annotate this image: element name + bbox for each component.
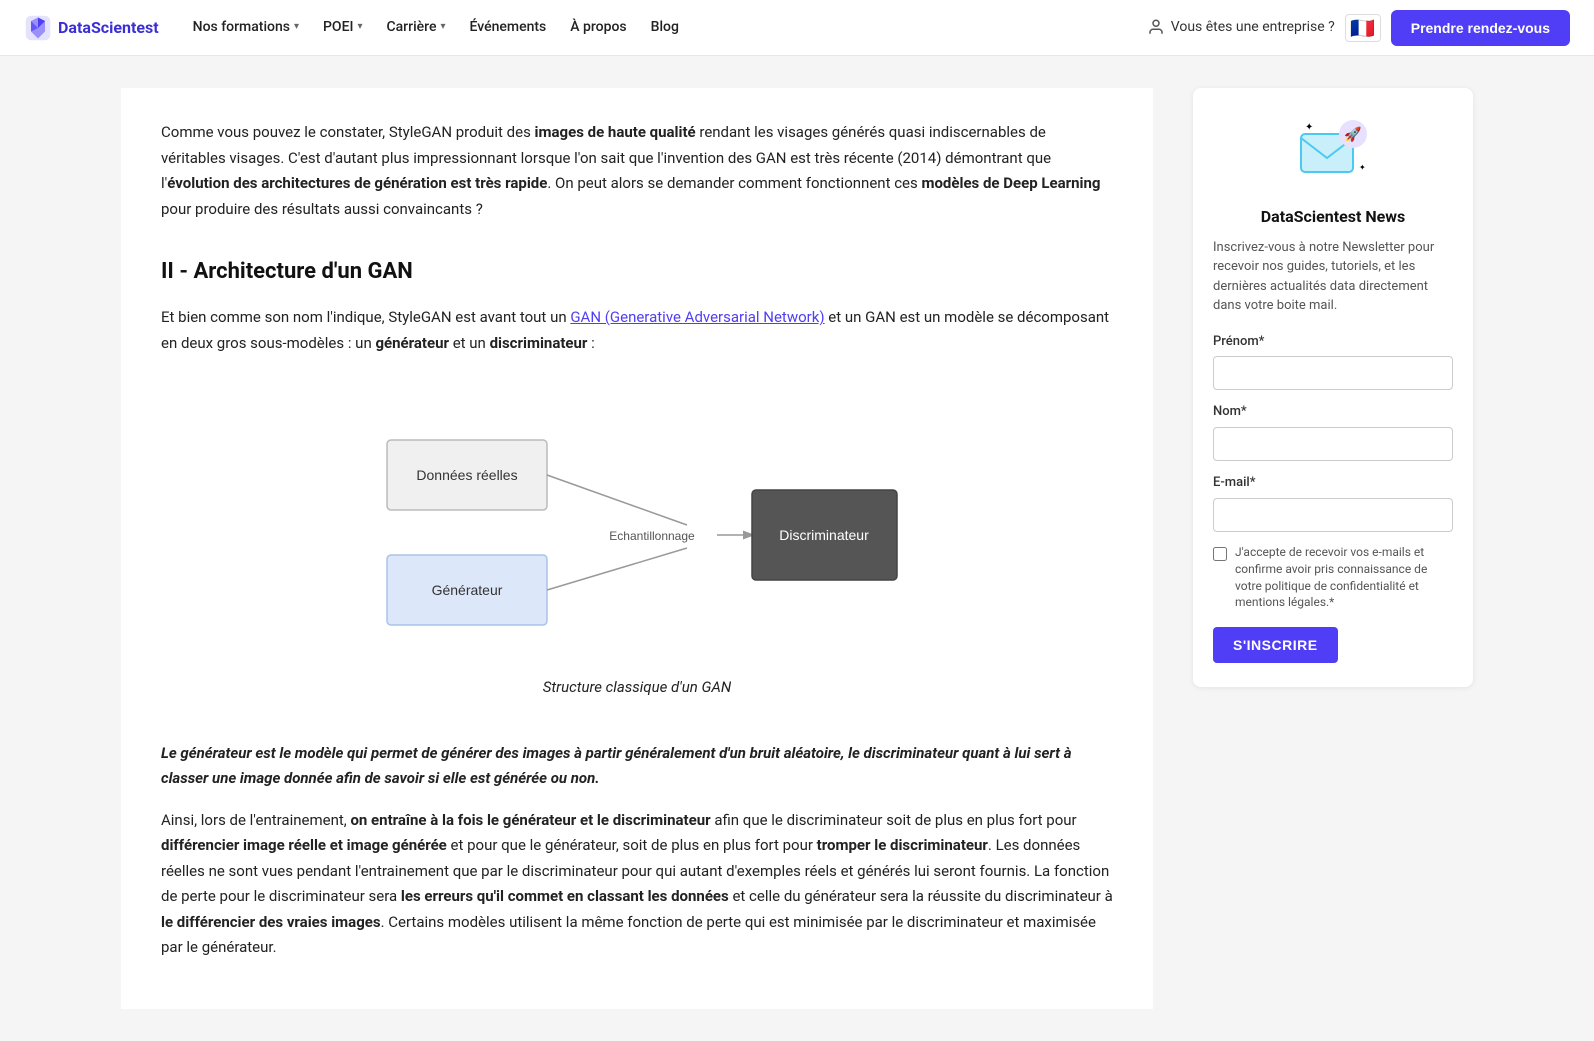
- subscribe-button[interactable]: S'INSCRIRE: [1213, 627, 1338, 663]
- prenom-input[interactable]: [1213, 356, 1453, 390]
- enterprise-link[interactable]: Vous êtes une entreprise ?: [1147, 16, 1335, 38]
- diagram-svg: Données réelles Générateur Echantillonna…: [357, 380, 917, 667]
- diagram-caption: Structure classique d'un GAN: [543, 675, 732, 701]
- nav-poei[interactable]: POEI ▾: [313, 10, 373, 44]
- logo-link[interactable]: DataScientest: [24, 14, 159, 42]
- newsletter-icon: 🚀 ✦ ✦: [1293, 112, 1373, 192]
- email-input[interactable]: [1213, 498, 1453, 532]
- email-label: E-mail*: [1213, 473, 1453, 494]
- newsletter-card: 🚀 ✦ ✦ DataScientest News Inscrivez-vous …: [1193, 88, 1473, 687]
- consent-checkbox[interactable]: [1213, 547, 1227, 561]
- gan-link[interactable]: GAN (Generative Adversarial Network): [570, 308, 824, 326]
- nav-right: Vous êtes une entreprise ? 🇫🇷 Prendre re…: [1147, 10, 1570, 46]
- chevron-down-icon: ▾: [294, 19, 299, 35]
- prenom-label: Prénom*: [1213, 332, 1453, 353]
- nav-blog[interactable]: Blog: [641, 10, 689, 44]
- chevron-down-icon: ▾: [440, 19, 445, 35]
- svg-text:Discriminateur: Discriminateur: [779, 527, 869, 543]
- svg-text:Echantillonnage: Echantillonnage: [609, 529, 695, 543]
- newsletter-title: DataScientest News: [1213, 204, 1453, 230]
- prenom-field: Prénom*: [1213, 332, 1453, 391]
- nav-links: Nos formations ▾ POEI ▾ Carrière ▾ Événe…: [183, 10, 1139, 44]
- navbar: DataScientest Nos formations ▾ POEI ▾ Ca…: [0, 0, 1594, 56]
- nom-field: Nom*: [1213, 402, 1453, 461]
- nav-nos-formations[interactable]: Nos formations ▾: [183, 10, 309, 44]
- nav-a-propos[interactable]: À propos: [560, 10, 636, 44]
- email-field: E-mail*: [1213, 473, 1453, 532]
- svg-text:✦: ✦: [1305, 122, 1313, 133]
- blockquote: Le générateur est le modèle qui permet d…: [161, 741, 1113, 792]
- page-wrapper: Comme vous pouvez le constater, StyleGAN…: [97, 56, 1497, 1041]
- diagram-container: Données réelles Générateur Echantillonna…: [161, 380, 1113, 717]
- consent-label: J'accepte de recevoir vos e-mails et con…: [1235, 544, 1453, 611]
- article-content: Comme vous pouvez le constater, StyleGAN…: [121, 88, 1153, 1009]
- svg-text:Générateur: Générateur: [432, 582, 503, 598]
- logo-text: DataScientest: [58, 15, 159, 41]
- svg-text:✦: ✦: [1359, 163, 1366, 172]
- intro-paragraph: Comme vous pouvez le constater, StyleGAN…: [161, 120, 1113, 222]
- nom-label: Nom*: [1213, 402, 1453, 423]
- chevron-down-icon: ▾: [357, 19, 362, 35]
- sidebar: 🚀 ✦ ✦ DataScientest News Inscrivez-vous …: [1193, 88, 1473, 1009]
- cta-button[interactable]: Prendre rendez-vous: [1391, 10, 1570, 46]
- checkbox-row: J'accepte de recevoir vos e-mails et con…: [1213, 544, 1453, 611]
- language-flag[interactable]: 🇫🇷: [1345, 14, 1381, 42]
- section-heading: II - Architecture d'un GAN: [161, 254, 1113, 289]
- newsletter-icon-wrap: 🚀 ✦ ✦: [1213, 112, 1453, 192]
- nav-evenements[interactable]: Événements: [460, 10, 557, 44]
- nom-input[interactable]: [1213, 427, 1453, 461]
- body-paragraph: Ainsi, lors de l'entrainement, on entraî…: [161, 808, 1113, 961]
- nav-carriere[interactable]: Carrière ▾: [377, 10, 456, 44]
- svg-text:🚀: 🚀: [1344, 126, 1362, 143]
- newsletter-description: Inscrivez-vous à notre Newsletter pour r…: [1213, 238, 1453, 316]
- svg-text:Données réelles: Données réelles: [416, 467, 517, 483]
- section-intro-paragraph: Et bien comme son nom l'indique, StyleGA…: [161, 305, 1113, 356]
